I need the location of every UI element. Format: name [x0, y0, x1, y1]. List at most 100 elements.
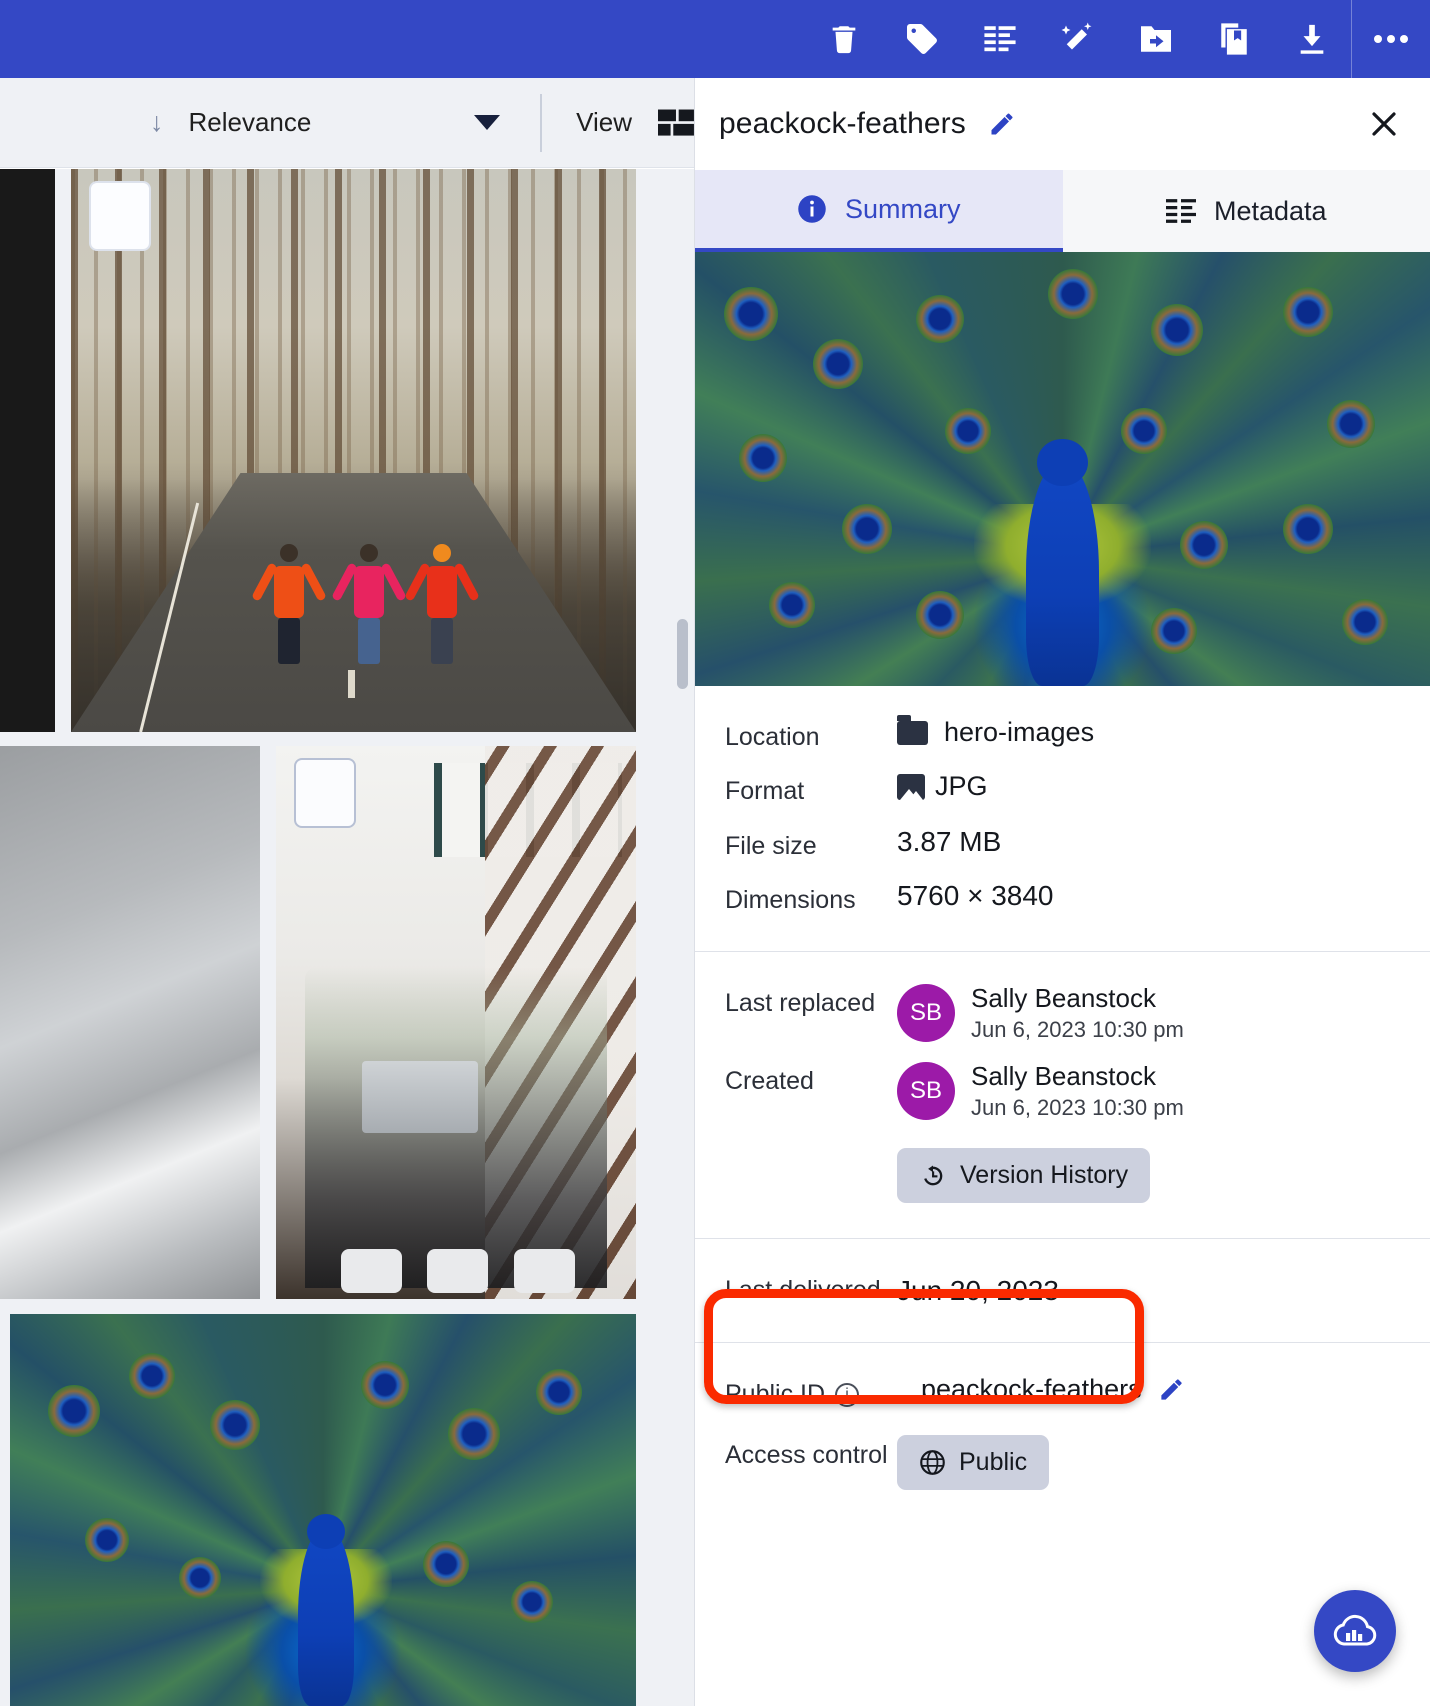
row-public-id: Public ID i peackock-feathers	[695, 1365, 1430, 1419]
user-info: Sally Beanstock Jun 6, 2023 10:30 pm	[971, 1061, 1184, 1121]
sort-value-label[interactable]: Relevance	[189, 107, 312, 138]
gallery-scrollbar-thumb[interactable]	[677, 619, 688, 689]
asset-gallery[interactable]	[0, 169, 694, 1706]
sortbar-divider	[540, 93, 543, 152]
shoe-shape	[513, 1249, 575, 1294]
tab-metadata-label: Metadata	[1213, 195, 1327, 226]
chevron-down-icon[interactable]	[474, 115, 501, 130]
thumbnail-peacock-feathers[interactable]	[10, 1314, 636, 1706]
close-icon[interactable]	[1362, 102, 1406, 146]
access-control-chip[interactable]: Public	[897, 1435, 1050, 1491]
tab-summary[interactable]: Summary	[695, 170, 1063, 252]
shoe-shape	[427, 1249, 489, 1294]
file-info-section: Location hero-images Format JPG File siz…	[695, 686, 1430, 952]
folder-icon	[897, 714, 928, 745]
stairs-laptop-image	[276, 746, 636, 1299]
location-value-group: hero-images	[897, 714, 1094, 748]
row-last-delivered: Last delivered Jun 20, 2023	[695, 1261, 1430, 1316]
created-date: Jun 6, 2023 10:30 pm	[971, 1095, 1184, 1120]
move-to-folder-icon[interactable]	[1117, 0, 1195, 78]
last-replaced-label: Last replaced	[725, 989, 876, 1017]
panel-header: peackock-feathers	[695, 78, 1430, 170]
thumbnail-select-checkbox[interactable]	[294, 758, 356, 828]
identity-section: Public ID i peackock-feathers Access cont…	[695, 1343, 1430, 1525]
peacock-body	[1025, 460, 1100, 686]
person-figure	[330, 544, 407, 665]
cloudinary-logo-button[interactable]	[1314, 1590, 1396, 1672]
download-icon[interactable]	[1273, 0, 1351, 78]
dimensions-label: Dimensions	[725, 885, 856, 914]
tab-summary-label: Summary	[844, 193, 961, 224]
laptop-shape	[362, 1061, 478, 1134]
avatar: SB	[897, 1062, 955, 1120]
pencil-icon[interactable]	[988, 110, 1016, 138]
public-id-label: Public ID i	[725, 1374, 921, 1410]
thumbnail-stairs-laptop[interactable]	[276, 746, 636, 1299]
thumbnail-forest-road[interactable]	[71, 169, 636, 732]
location-label: Location	[725, 723, 820, 751]
thumbnail-select-checkbox[interactable]	[89, 181, 151, 251]
forest-road-image	[71, 169, 636, 732]
pencil-icon[interactable]	[1158, 1376, 1185, 1403]
gray-gradient-image	[0, 746, 260, 1299]
info-icon	[798, 195, 826, 223]
more-options-icon[interactable]	[1352, 0, 1430, 78]
gallery-edge-strip	[0, 169, 55, 732]
location-value[interactable]: hero-images	[944, 717, 1094, 748]
asset-preview-image[interactable]	[695, 252, 1430, 686]
version-history-spacer	[725, 1148, 897, 1153]
shoe-shape	[340, 1249, 402, 1294]
version-history-button[interactable]: Version History	[897, 1148, 1151, 1203]
grid-view-icon[interactable]	[658, 108, 694, 138]
peacock-feathers-image	[10, 1314, 636, 1706]
row-last-replaced: Last replaced SB Sally Beanstock Jun 6, …	[695, 974, 1430, 1052]
person-figure	[404, 544, 480, 665]
public-id-label-text: Public ID	[725, 1380, 826, 1408]
asset-detail-panel: peackock-feathers Summary Metadata Locat…	[694, 78, 1430, 1706]
sort-view-bar: ↓ Relevance View	[0, 78, 694, 168]
row-format: Format JPG	[695, 762, 1430, 816]
last-replaced-user: Sally Beanstock	[971, 983, 1156, 1013]
delete-icon[interactable]	[805, 0, 883, 78]
thumbnail-gray-gradient[interactable]	[0, 746, 260, 1299]
format-label: Format	[725, 777, 805, 806]
arrow-down-icon[interactable]: ↓	[150, 109, 164, 136]
access-control-label: Access control	[725, 1441, 888, 1470]
tag-icon[interactable]	[883, 0, 961, 78]
public-id-value: peackock-feathers	[921, 1374, 1142, 1404]
delivery-section: Last delivered Jun 20, 2023	[695, 1239, 1430, 1343]
info-circle-icon[interactable]: i	[835, 1383, 860, 1408]
file-size-value: 3.87 MB	[897, 825, 1002, 857]
image-icon	[897, 773, 925, 800]
peacock-head	[307, 1513, 345, 1550]
view-label: View	[576, 107, 633, 137]
version-history-label: Version History	[960, 1161, 1129, 1189]
toolbar-actions	[805, 0, 1430, 78]
peacock-head	[1036, 438, 1089, 487]
format-value: JPG	[935, 771, 988, 802]
magic-wand-icon[interactable]	[1039, 0, 1117, 78]
row-access-control: Access control Public	[695, 1419, 1430, 1499]
row-created: Created SB Sally Beanstock Jun 6, 2023 1…	[695, 1052, 1430, 1130]
created-user: Sally Beanstock	[971, 1061, 1156, 1091]
user-info: Sally Beanstock Jun 6, 2023 10:30 pm	[971, 983, 1184, 1043]
metadata-list-icon[interactable]	[961, 0, 1039, 78]
tab-metadata[interactable]: Metadata	[1062, 170, 1430, 252]
person-figure	[251, 544, 328, 665]
app-root: ↓ Relevance View peackock-feathers Summa…	[0, 0, 1430, 1706]
add-to-collection-icon[interactable]	[1195, 0, 1273, 78]
created-value-group: SB Sally Beanstock Jun 6, 2023 10:30 pm	[897, 1061, 1184, 1121]
access-control-value: Public	[959, 1448, 1028, 1477]
last-replaced-value-group: SB Sally Beanstock Jun 6, 2023 10:30 pm	[897, 983, 1184, 1043]
panel-tabs: Summary Metadata	[695, 170, 1430, 252]
page-title: peackock-feathers	[719, 107, 966, 140]
globe-icon	[920, 1450, 945, 1476]
format-value-group: JPG	[897, 771, 988, 802]
dimensions-value: 5760 × 3840	[897, 879, 1054, 911]
last-replaced-date: Jun 6, 2023 10:30 pm	[971, 1017, 1184, 1042]
history-section: Last replaced SB Sally Beanstock Jun 6, …	[695, 952, 1430, 1239]
peacock-preview	[695, 252, 1430, 686]
row-file-size: File size 3.87 MB	[695, 817, 1430, 871]
peacock-body	[297, 1525, 355, 1706]
top-action-toolbar	[0, 0, 1430, 78]
